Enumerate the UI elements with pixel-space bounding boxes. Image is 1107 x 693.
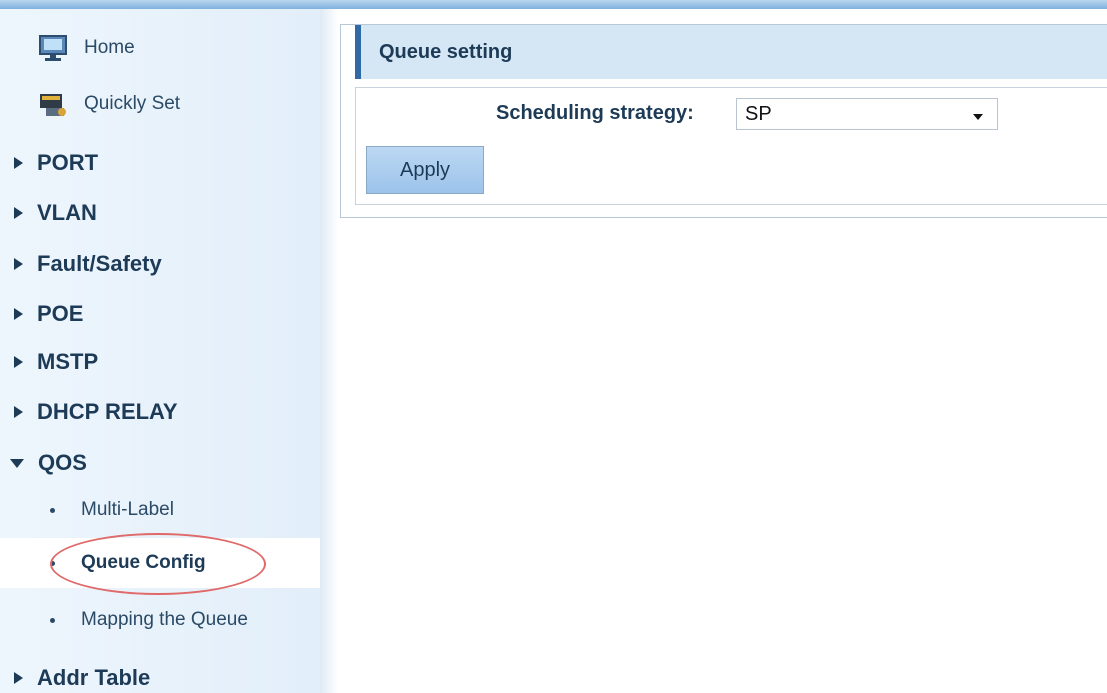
- sidebar-group-vlan[interactable]: VLAN: [10, 200, 97, 226]
- sidebar-item-home-label: Home: [84, 37, 135, 58]
- sidebar-item-quickly-set-label: Quickly Set: [84, 93, 181, 114]
- panel-header: Queue setting: [355, 25, 1107, 79]
- collapse-arrow-icon: [10, 458, 24, 468]
- scheduling-strategy-select[interactable]: SP: [736, 98, 998, 130]
- bullet-icon: [50, 617, 55, 623]
- scheduling-strategy-label: Scheduling strategy:: [496, 102, 694, 124]
- sidebar-group-label: Fault/Safety: [37, 251, 162, 276]
- sidebar-group-poe[interactable]: POE: [10, 301, 83, 327]
- bullet-icon: [50, 507, 55, 513]
- top-banner: [0, 0, 1107, 9]
- sidebar-group-qos[interactable]: QOS: [10, 450, 87, 476]
- sidebar-subitem-label: Mapping the Queue: [81, 609, 248, 630]
- expand-arrow-icon: [14, 356, 23, 368]
- sidebar-group-mstp[interactable]: MSTP: [10, 349, 98, 375]
- panel-title: Queue setting: [379, 40, 513, 63]
- quick-set-icon: [38, 90, 70, 118]
- sidebar-group-label: QOS: [38, 450, 87, 475]
- home-monitor-icon: [38, 34, 70, 62]
- expand-arrow-icon: [14, 157, 23, 169]
- sidebar-item-quickly-set[interactable]: Quickly Set: [38, 90, 180, 118]
- sidebar-group-label: Addr Table: [37, 665, 151, 690]
- expand-arrow-icon: [14, 672, 23, 684]
- apply-button[interactable]: Apply: [366, 146, 484, 194]
- sidebar-group-label: POE: [37, 301, 84, 326]
- expand-arrow-icon: [14, 207, 23, 219]
- expand-arrow-icon: [14, 406, 23, 418]
- apply-button-label: Apply: [399, 158, 451, 181]
- queue-setting-panel: Queue setting Scheduling strategy: SP Ap…: [340, 24, 1107, 218]
- sidebar-divider: [320, 9, 338, 693]
- scheduling-strategy-value: SP: [745, 102, 772, 125]
- sidebar-group-label: DHCP RELAY: [37, 399, 178, 424]
- sidebar-item-home[interactable]: Home: [38, 34, 135, 62]
- sidebar-subitem-multi-label[interactable]: Multi-Label: [50, 499, 174, 521]
- expand-arrow-icon: [14, 308, 23, 320]
- sidebar-group-label: PORT: [37, 150, 99, 175]
- sidebar-group-dhcp-relay[interactable]: DHCP RELAY: [10, 399, 178, 425]
- sidebar-group-addr-table[interactable]: Addr Table: [10, 665, 150, 691]
- sidebar-group-label: VLAN: [37, 200, 97, 225]
- expand-arrow-icon: [14, 258, 23, 270]
- chevron-down-icon: [973, 114, 983, 120]
- sidebar-group-fault-safety[interactable]: Fault/Safety: [10, 251, 162, 277]
- sidebar-subitem-label: Multi-Label: [81, 499, 174, 520]
- sidebar-subitem-mapping-queue[interactable]: Mapping the Queue: [50, 609, 248, 631]
- sidebar-group-label: MSTP: [37, 349, 99, 374]
- sidebar-group-port[interactable]: PORT: [10, 150, 98, 176]
- panel-body: Scheduling strategy: SP Apply: [355, 87, 1107, 205]
- annotation-circle: [50, 533, 266, 595]
